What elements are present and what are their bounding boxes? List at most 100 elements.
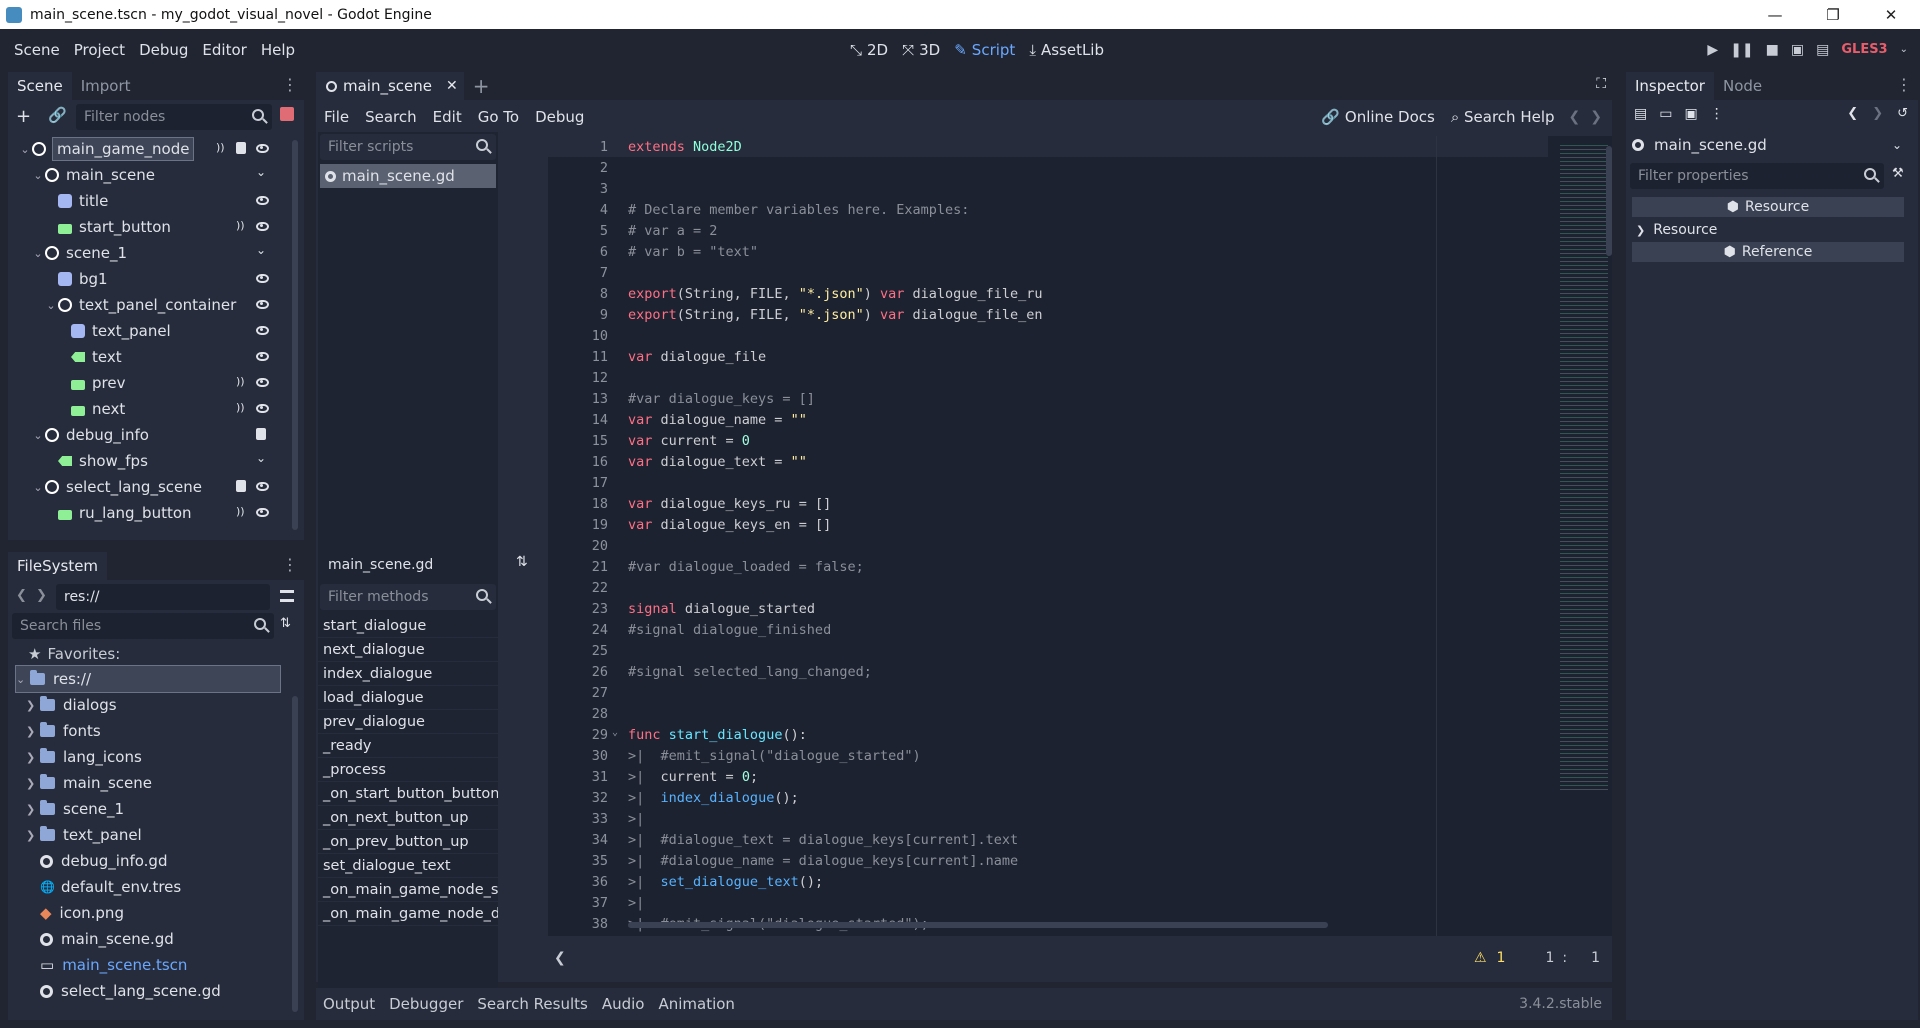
code-line[interactable]: func start_dialogue(): (628, 727, 807, 743)
visibility-eye-icon[interactable] (256, 352, 269, 361)
menu-project[interactable]: Project (67, 41, 132, 59)
sort-icon[interactable]: ⇅ (280, 616, 291, 631)
method-item[interactable]: set_dialogue_text (318, 854, 498, 878)
chevron-right-icon[interactable]: ❯ (26, 699, 40, 712)
code-line[interactable]: >| #dialogue_name = dialogue_keys[curren… (628, 853, 1018, 869)
method-item[interactable]: load_dialogue (318, 686, 498, 710)
scene-node-select-lang-scene[interactable]: ⌄ select_lang_scene (12, 474, 282, 500)
close-button[interactable]: ✕ (1862, 0, 1920, 29)
chevron-right-icon[interactable]: ❯ (26, 829, 40, 842)
code-line[interactable]: >| set_dialogue_text(); (628, 874, 823, 890)
warning-icon[interactable]: ⚠ (1474, 950, 1487, 966)
scene-node-scene-1[interactable]: ⌄ scene_1 ⌄ (12, 240, 282, 266)
code-minimap[interactable] (1560, 142, 1608, 792)
code-line[interactable]: extends Node2D (628, 139, 742, 155)
tab-filesystem[interactable]: FileSystem (8, 552, 108, 580)
code-line[interactable]: >| (628, 811, 644, 827)
instance-scene-icon[interactable]: 🔗 (48, 106, 67, 124)
collapse-arrow-icon[interactable]: ⌄ (31, 169, 45, 182)
method-item[interactable]: _on_prev_button_up (318, 830, 498, 854)
fold-icon[interactable]: ⌄ (256, 243, 266, 257)
code-line[interactable]: # Declare member variables here. Example… (628, 202, 969, 218)
script-menu-debug[interactable]: Debug (527, 108, 592, 126)
file-item-scene-1[interactable]: ❯ scene_1 (26, 796, 124, 822)
script-menu-edit[interactable]: Edit (425, 108, 470, 126)
script-icon[interactable] (236, 142, 246, 154)
current-script-field[interactable]: main_scene.gd (320, 552, 498, 578)
search-help-button[interactable]: ⌕ Search Help (1443, 108, 1563, 126)
resource-section[interactable]: ❯ Resource (1632, 219, 1904, 241)
visibility-eye-icon[interactable] (256, 196, 269, 205)
sort-methods-icon[interactable]: ⇅ (516, 554, 528, 570)
script-list-item[interactable]: main_scene.gd (320, 164, 496, 188)
script-icon[interactable] (256, 428, 266, 440)
visibility-eye-icon[interactable] (256, 404, 269, 413)
file-item-fonts[interactable]: ❯ fonts (26, 718, 101, 744)
signal-icon[interactable]: )) (216, 141, 225, 154)
stop-icon[interactable]: ■ (1766, 42, 1779, 58)
add-node-icon[interactable]: + (16, 106, 31, 127)
remote-scene-icon[interactable] (280, 107, 294, 121)
code-line[interactable]: signal dialogue_started (628, 601, 815, 617)
play-icon[interactable]: ▶ (1707, 42, 1718, 58)
code-line[interactable]: var dialogue_name = "" (628, 412, 807, 428)
tab-scene[interactable]: Scene (8, 72, 72, 100)
split-mode-icon[interactable] (280, 590, 294, 602)
history-back-icon[interactable]: ❮ (1563, 109, 1587, 125)
more-icon[interactable]: ⋮ (1710, 106, 1724, 122)
file-item-main-scene[interactable]: ❯ main_scene (26, 770, 152, 796)
visibility-eye-icon[interactable] (256, 482, 269, 491)
history-forward-icon[interactable]: ❯ (1586, 109, 1612, 125)
code-line[interactable]: # var b = "text" (628, 244, 758, 260)
collapse-arrow-icon[interactable]: ⌄ (31, 481, 45, 494)
fullscreen-icon[interactable]: ⛶ (1596, 76, 1612, 100)
method-item[interactable]: _on_main_game_node_selected_ (318, 878, 498, 902)
pause-icon[interactable]: ❚❚ (1730, 42, 1753, 58)
new-resource-icon[interactable]: ▤ (1634, 106, 1647, 122)
filter-properties-input[interactable]: Filter properties (1630, 163, 1884, 189)
menu-scene[interactable]: Scene (7, 41, 67, 59)
fold-icon[interactable]: ⌄ (256, 165, 266, 179)
path-field[interactable]: res:// (56, 584, 270, 610)
save-icon[interactable]: ▣ (1684, 106, 1697, 122)
code-line[interactable]: >| #dialogue_text = dialogue_keys[curren… (628, 832, 1018, 848)
tab-inspector[interactable]: Inspector (1626, 72, 1714, 100)
menu-debug[interactable]: Debug (132, 41, 195, 59)
scene-node-ru-lang-button[interactable]: ru_lang_button)) (12, 500, 282, 526)
scene-node-start-button[interactable]: start_button)) (12, 214, 282, 240)
signal-icon[interactable]: )) (236, 505, 245, 518)
method-item[interactable]: _ready (318, 734, 498, 758)
script-menu-search[interactable]: Search (357, 108, 425, 126)
scene-tree-scrollbar[interactable] (292, 140, 298, 530)
scene-node-main-game-node[interactable]: ⌄ main_game_node)) (12, 136, 282, 162)
visibility-eye-icon[interactable] (256, 378, 269, 387)
visibility-eye-icon[interactable] (256, 222, 269, 231)
code-line[interactable]: var dialogue_keys_en = [] (628, 517, 831, 533)
code-line[interactable]: #signal selected_lang_changed; (628, 664, 872, 680)
file-item-default-env-tres[interactable]: 🌐 default_env.tres (26, 874, 181, 900)
code-horizontal-scrollbar[interactable] (628, 922, 1328, 928)
scene-node-bg1[interactable]: bg1 (12, 266, 282, 292)
open-folder-icon[interactable]: ▭ (1659, 106, 1672, 122)
method-item[interactable]: _on_next_button_up (318, 806, 498, 830)
chevron-right-icon[interactable]: ❯ (26, 751, 40, 764)
online-docs-button[interactable]: 🔗 Online Docs (1313, 108, 1442, 126)
history-forward-icon[interactable]: ❯ (1872, 106, 1883, 121)
filter-scripts-input[interactable]: Filter scripts (320, 134, 496, 160)
code-line[interactable]: #var dialogue_loaded = false; (628, 559, 864, 575)
tab-import[interactable]: Import (72, 72, 140, 100)
file-item-debug-info-gd[interactable]: debug_info.gd (26, 848, 167, 874)
code-line[interactable]: >| (628, 895, 644, 911)
minimize-button[interactable]: — (1746, 0, 1804, 29)
method-item[interactable]: next_dialogue (318, 638, 498, 662)
filter-nodes-input[interactable]: Filter nodes (76, 104, 272, 130)
search-files-input[interactable]: Search files (12, 613, 274, 639)
script-menu-file[interactable]: File (316, 108, 357, 126)
scene-node-debug-info[interactable]: ⌄ debug_info (12, 422, 282, 448)
filter-methods-input[interactable]: Filter methods (320, 584, 496, 610)
tab-audio[interactable]: Audio (595, 995, 652, 1013)
menu-editor[interactable]: Editor (195, 41, 253, 59)
workspace-2d-button[interactable]: ⤡ 2D (850, 41, 888, 59)
tab-animation[interactable]: Animation (651, 995, 741, 1013)
add-tab-icon[interactable]: + (464, 72, 499, 100)
